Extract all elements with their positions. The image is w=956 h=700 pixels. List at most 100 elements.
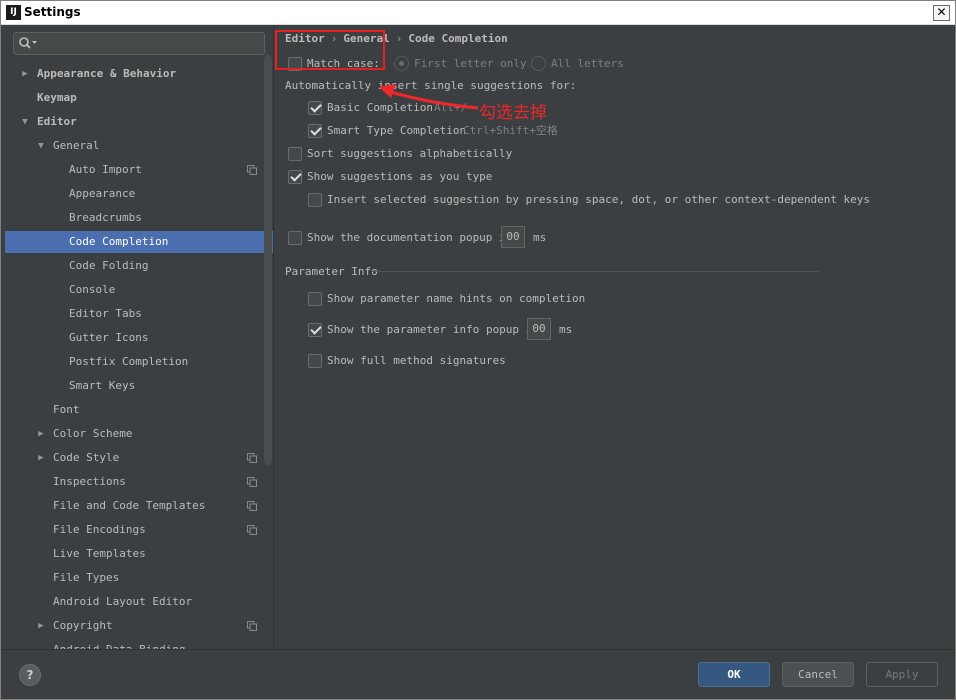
checkbox-box[interactable] xyxy=(288,231,302,245)
parameter-info-unit: ms xyxy=(559,323,573,336)
dialog-button-bar: ? OK Cancel Apply xyxy=(1,649,955,699)
full-method-signatures-checkbox[interactable]: Show full method signatures xyxy=(308,352,528,370)
help-button[interactable]: ? xyxy=(19,664,41,686)
documentation-popup-delay-input[interactable]: 00 xyxy=(501,226,525,248)
tree-item[interactable]: Console xyxy=(5,279,273,301)
settings-sidebar: ▶ Appearance & Behavior Keymap ▼ Editor ▼ Gene… xyxy=(1,25,274,649)
section-divider xyxy=(372,271,819,272)
checkbox-box[interactable] xyxy=(308,354,322,368)
checkbox-box[interactable] xyxy=(288,170,302,184)
tree-item-label: Auto Import xyxy=(69,163,142,176)
radio-button[interactable] xyxy=(394,56,409,71)
smart-type-completion-shortcut: Ctrl+Shift+空格 xyxy=(463,124,558,137)
tree-item-label: Inspections xyxy=(53,475,126,488)
tree-item[interactable]: Font xyxy=(5,399,273,421)
parameter-info-popup-label: Show the parameter info popup in xyxy=(327,323,539,336)
tree-item[interactable]: Code Folding xyxy=(5,255,273,277)
radio-button[interactable] xyxy=(531,56,546,71)
tree-item[interactable]: ▼ General xyxy=(5,135,273,157)
tree-item[interactable]: File and Code Templates xyxy=(5,495,273,517)
project-settings-icon xyxy=(247,501,257,511)
tree-item-label: Code Folding xyxy=(69,259,149,272)
tree-item[interactable]: Auto Import xyxy=(5,159,273,181)
apply-button[interactable]: Apply xyxy=(866,662,938,687)
tree-item-label: Console xyxy=(69,283,116,296)
tree-item[interactable]: Android Data Binding xyxy=(5,639,273,649)
first-letter-only-label: First letter only xyxy=(414,57,527,70)
tree-item-label: Font xyxy=(53,403,80,416)
tree-item[interactable]: Postfix Completion xyxy=(5,351,273,373)
basic-completion-checkbox[interactable]: Basic Completion Alt+/ xyxy=(308,99,508,117)
tree-item[interactable]: Appearance xyxy=(5,183,273,205)
sort-alphabetically-label: Sort suggestions alphabetically xyxy=(307,147,513,160)
checkbox-box[interactable] xyxy=(308,193,322,207)
tree-item[interactable]: Editor Tabs xyxy=(5,303,273,325)
tree-item-label: Code Completion xyxy=(69,235,169,248)
first-letter-only-radio[interactable]: First letter only xyxy=(394,55,527,73)
tree-item[interactable]: ▶ Color Scheme xyxy=(5,423,273,445)
expand-arrow-icon[interactable]: ▶ xyxy=(35,447,47,469)
collapse-arrow-icon[interactable]: ▼ xyxy=(19,111,31,133)
checkbox-box[interactable] xyxy=(308,101,322,115)
code-completion-panel: Editor › General › Code Completion Match cas… xyxy=(275,25,955,649)
sort-alphabetically-checkbox[interactable]: Sort suggestions alphabetically xyxy=(288,145,518,163)
smart-type-completion-checkbox[interactable]: Smart Type Completion Ctrl+Shift+空格 xyxy=(308,122,578,140)
tree-item-label: Code Style xyxy=(53,451,120,464)
tree-item-label: Copyright xyxy=(53,619,113,632)
all-letters-radio[interactable]: All letters xyxy=(531,55,631,73)
annotation-text: 勾选去掉 xyxy=(479,103,547,123)
tree-item[interactable]: ▶ Code Style xyxy=(5,447,273,469)
close-button[interactable]: ✕ xyxy=(933,5,950,21)
tree-item-label: General xyxy=(53,139,100,152)
tree-item[interactable]: Inspections xyxy=(5,471,273,493)
window-title: Settings xyxy=(24,5,81,19)
tree-item-label: Keymap xyxy=(37,91,77,104)
tree-item[interactable]: Smart Keys xyxy=(5,375,273,397)
tree-item-label: Appearance xyxy=(69,187,136,200)
tree-item[interactable]: Breadcrumbs xyxy=(5,207,273,229)
tree-item-label: Color Scheme xyxy=(53,427,133,440)
insert-selected-suggestion-checkbox[interactable]: Insert selected suggestion by pressing s… xyxy=(308,191,870,209)
auto-insert-heading: Automatically insert single suggestions … xyxy=(285,79,577,92)
tree-item[interactable]: ▶ Appearance & Behavior xyxy=(5,63,273,85)
annotation-highlight-box xyxy=(275,30,385,70)
checkbox-box[interactable] xyxy=(308,323,322,337)
expand-arrow-icon[interactable]: ▶ xyxy=(19,63,31,85)
tree-item[interactable]: File Types xyxy=(5,567,273,589)
title-bar: IJ Settings ✕ xyxy=(1,1,955,25)
search-box[interactable] xyxy=(13,32,265,55)
tree-item-label: Editor Tabs xyxy=(69,307,142,320)
tree-item-label: Android Data Binding xyxy=(53,639,185,649)
tree-item[interactable]: Keymap xyxy=(5,87,273,109)
project-settings-icon xyxy=(247,621,257,631)
search-input[interactable] xyxy=(40,34,260,53)
parameter-info-delay-input[interactable]: 00 xyxy=(527,318,551,340)
tree-item[interactable]: Live Templates xyxy=(5,543,273,565)
smart-type-completion-label: Smart Type Completion xyxy=(327,124,467,137)
search-icon xyxy=(19,37,37,49)
checkbox-box[interactable] xyxy=(308,124,322,138)
checkbox-box[interactable] xyxy=(288,147,302,161)
expand-arrow-icon[interactable]: ▶ xyxy=(35,615,47,637)
checkbox-box[interactable] xyxy=(308,292,322,306)
breadcrumb-code-completion: Code Completion xyxy=(408,32,508,45)
parameter-info-popup-checkbox[interactable]: Show the parameter info popup in xyxy=(308,321,539,339)
tree-item[interactable]: ▼ Editor xyxy=(5,111,273,133)
ok-button[interactable]: OK xyxy=(698,662,770,687)
project-settings-icon xyxy=(247,453,257,463)
show-suggestions-as-type-label: Show suggestions as you type xyxy=(307,170,493,183)
tree-item[interactable]: Gutter Icons xyxy=(5,327,273,349)
tree-item[interactable]: Android Layout Editor xyxy=(5,591,273,613)
tree-item[interactable]: File Encodings xyxy=(5,519,273,541)
collapse-arrow-icon[interactable]: ▼ xyxy=(35,135,47,157)
parameter-name-hints-checkbox[interactable]: Show parameter name hints on completion xyxy=(308,290,588,308)
cancel-button[interactable]: Cancel xyxy=(782,662,854,687)
all-letters-label: All letters xyxy=(551,57,624,70)
tree-item[interactable]: Code Completion xyxy=(5,231,273,253)
insert-selected-suggestion-label: Insert selected suggestion by pressing s… xyxy=(327,193,871,206)
expand-arrow-icon[interactable]: ▶ xyxy=(35,423,47,445)
tree-item[interactable]: ▶ Copyright xyxy=(5,615,273,637)
documentation-popup-unit: ms xyxy=(533,231,547,244)
show-suggestions-as-type-checkbox[interactable]: Show suggestions as you type xyxy=(288,168,508,186)
sidebar-scrollbar[interactable] xyxy=(264,55,272,465)
